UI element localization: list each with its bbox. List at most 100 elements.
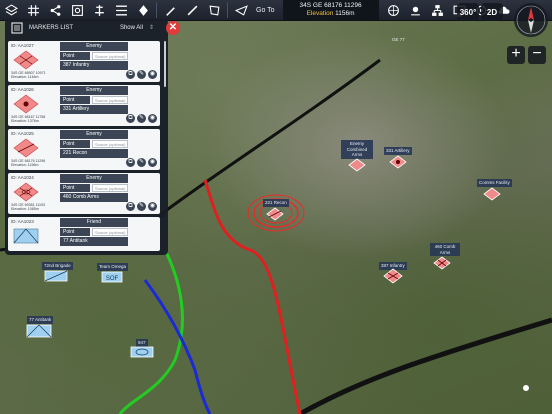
source-input[interactable]: Source (optional) bbox=[92, 228, 128, 236]
enemy-artillery-icon[interactable] bbox=[389, 155, 407, 169]
edit-icon[interactable]: ✎ bbox=[137, 114, 146, 123]
panel-header: MARKERS LIST Show All ⇕ bbox=[5, 19, 168, 36]
map-label-331-artillery[interactable]: 331 Artillery bbox=[384, 147, 412, 155]
affiliation-select[interactable]: Enemy bbox=[60, 86, 128, 95]
panel-title: MARKERS LIST bbox=[29, 24, 74, 31]
view-icon[interactable]: ◉ bbox=[148, 158, 157, 167]
marker-card[interactable]: ID: AA1023 Friend Point Source (optional… bbox=[8, 217, 160, 251]
friend-antitank-icon[interactable] bbox=[26, 324, 52, 338]
enemy-symbol-icon[interactable] bbox=[348, 158, 366, 172]
friend-brigade-icon[interactable] bbox=[44, 270, 68, 282]
markers-list-icon bbox=[11, 22, 23, 33]
zoom-in-button[interactable]: + bbox=[507, 46, 525, 64]
enemy-comms-icon[interactable] bbox=[483, 187, 501, 201]
ruler-icon[interactable] bbox=[181, 0, 203, 20]
source-input[interactable]: Source (optional) bbox=[92, 52, 128, 60]
view-icon[interactable]: ◉ bbox=[148, 202, 157, 211]
layers-icon[interactable] bbox=[0, 0, 22, 20]
point-type-select[interactable]: Point bbox=[60, 52, 90, 60]
enemy-infantry-symbol-icon bbox=[13, 50, 39, 70]
road-line-north bbox=[159, 58, 381, 217]
close-icon[interactable]: ✕ bbox=[166, 21, 180, 35]
zoom-out-button[interactable]: − bbox=[528, 46, 546, 64]
enemy-combined-symbol-icon bbox=[13, 182, 39, 202]
affiliation-select[interactable]: Enemy bbox=[60, 42, 128, 51]
marker-card[interactable]: ID: AA1024 34S GE 69381 11193 Elevation: … bbox=[8, 173, 160, 214]
coordinate-readout: 34S GE 68176 11296 bbox=[299, 2, 362, 9]
friend-team-icon[interactable]: SOF bbox=[101, 271, 123, 283]
marker-name-field[interactable]: 221 Recon bbox=[60, 149, 128, 158]
map-label-460-comb-arms[interactable]: 460 Comb Arms bbox=[430, 243, 460, 256]
enemy-recon-icon[interactable] bbox=[266, 207, 284, 221]
marker-elevation: Elevation: 1085m bbox=[11, 207, 39, 211]
affiliation-select[interactable]: Enemy bbox=[60, 174, 128, 183]
chevron-updown-icon[interactable]: ⇕ bbox=[149, 24, 154, 31]
marker-icon[interactable] bbox=[132, 0, 154, 20]
view-360-button[interactable]: 360° bbox=[457, 3, 479, 21]
enemy-combined-icon[interactable] bbox=[433, 256, 451, 270]
copy-icon[interactable]: ⧉ bbox=[126, 114, 135, 123]
grid-label: GE 77 bbox=[392, 37, 405, 42]
map-label-77-antitank[interactable]: 77 Antitank bbox=[27, 316, 54, 324]
network-icon[interactable] bbox=[427, 0, 449, 20]
edit-icon[interactable]: ✎ bbox=[137, 202, 146, 211]
point-type-select[interactable]: Point bbox=[60, 184, 90, 192]
globe-icon[interactable] bbox=[383, 0, 405, 20]
marker-card[interactable]: ID: AA1025 34S GE 68176 11296 Elevation: … bbox=[8, 129, 160, 170]
source-input[interactable]: Source (optional) bbox=[92, 96, 128, 104]
point-type-select[interactable]: Point bbox=[60, 228, 90, 236]
toolbar-divider bbox=[227, 2, 228, 18]
goto-button[interactable]: Go To bbox=[252, 7, 279, 14]
map-label-comms-facility[interactable]: Comms Facility bbox=[477, 179, 512, 187]
marker-id: ID: AA1025 bbox=[11, 131, 34, 136]
elevation-label: Elevation bbox=[306, 10, 334, 17]
show-all-dropdown[interactable]: Show All bbox=[120, 25, 143, 31]
friend-unit-icon[interactable] bbox=[130, 346, 154, 358]
view-icon[interactable]: ◉ bbox=[148, 70, 157, 79]
view-2d-button[interactable]: 2D bbox=[481, 3, 503, 21]
enemy-recon-symbol-icon bbox=[13, 138, 39, 158]
map-label-enemy-combined-arms[interactable]: Enemy Combined Arms bbox=[341, 140, 373, 159]
tools-icon[interactable] bbox=[88, 0, 110, 20]
source-input[interactable]: Source (optional) bbox=[92, 140, 128, 148]
source-input[interactable]: Source (optional) bbox=[92, 184, 128, 192]
coordinate-display: 34S GE 68176 11296 Elevation 1156m bbox=[282, 0, 379, 20]
map-label-72nd-brigade[interactable]: 72nd Brigade bbox=[42, 262, 73, 270]
draw-icon[interactable] bbox=[159, 0, 181, 20]
point-type-select[interactable]: Point bbox=[60, 96, 90, 104]
list-icon[interactable] bbox=[110, 0, 132, 20]
marker-id: ID: AA1026 bbox=[11, 87, 34, 92]
marker-card[interactable]: ID: AA1027 34S GE 68907 10971 Elevation: … bbox=[8, 41, 160, 82]
copy-icon[interactable]: ⧉ bbox=[126, 202, 135, 211]
polygon-icon[interactable] bbox=[203, 0, 225, 20]
svg-text:SOF: SOF bbox=[106, 276, 119, 282]
marker-name-field[interactable]: 387 Infantry bbox=[60, 61, 128, 70]
marker-elevation: Elevation: 1376m bbox=[11, 119, 39, 123]
edit-icon[interactable]: ✎ bbox=[137, 70, 146, 79]
affiliation-select[interactable]: Enemy bbox=[60, 130, 128, 139]
view-icon[interactable]: ◉ bbox=[148, 114, 157, 123]
grid-icon[interactable] bbox=[22, 0, 44, 20]
location-dot bbox=[523, 385, 529, 391]
point-type-select[interactable]: Point bbox=[60, 140, 90, 148]
marker-name-field[interactable]: 331 Artillery bbox=[60, 105, 128, 114]
enemy-infantry-icon[interactable] bbox=[383, 268, 403, 284]
marker-card[interactable]: ID: AA1026 34S GE 68167 11758 Elevation: … bbox=[8, 85, 160, 126]
send-icon[interactable] bbox=[230, 0, 252, 20]
edit-icon[interactable]: ✎ bbox=[137, 158, 146, 167]
affiliation-select[interactable]: Friend bbox=[60, 218, 128, 227]
panel-scrollbar[interactable] bbox=[164, 41, 166, 87]
map-label-team-omega[interactable]: Team Omega bbox=[97, 263, 129, 271]
marker-name-field[interactable]: 460 Comb Arms bbox=[60, 193, 128, 202]
compass-icon[interactable] bbox=[514, 3, 548, 37]
marker-elevation: Elevation: 1156m bbox=[11, 163, 39, 167]
marker-id: ID: AA1024 bbox=[11, 175, 34, 180]
map-label-221-recon[interactable]: 221 Recon bbox=[263, 199, 289, 207]
copy-icon[interactable]: ⧉ bbox=[126, 158, 135, 167]
weather-icon[interactable] bbox=[405, 0, 427, 20]
marker-name-field[interactable]: 77 Antitank bbox=[60, 237, 128, 246]
marker-id: ID: AA1027 bbox=[11, 43, 34, 48]
target-icon[interactable] bbox=[66, 0, 88, 20]
share-icon[interactable] bbox=[44, 0, 66, 20]
copy-icon[interactable]: ⧉ bbox=[126, 70, 135, 79]
